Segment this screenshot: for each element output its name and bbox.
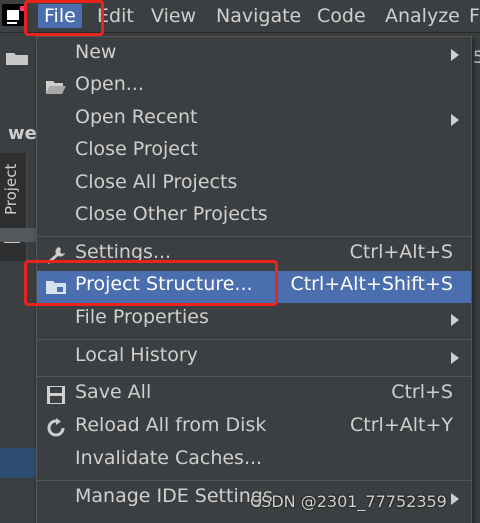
menu-item-open[interactable]: Open... xyxy=(37,71,471,103)
submenu-arrow-icon xyxy=(451,493,459,505)
editor-selection-band xyxy=(0,448,36,478)
project-tab-label: Project xyxy=(2,163,20,215)
open-folder-icon xyxy=(46,81,66,94)
menu-item-close-project[interactable]: Close Project xyxy=(37,136,471,168)
menu-item-label: Close Project xyxy=(75,138,198,160)
menu-item-label: Open Recent xyxy=(75,106,198,128)
menu-item-reload-all[interactable]: Reload All from Disk Ctrl+Alt+Y xyxy=(37,412,471,444)
menu-item-invalidate-caches[interactable]: Invalidate Caches... xyxy=(37,445,471,477)
menu-code[interactable]: Code xyxy=(311,4,372,28)
menu-item-shortcut: Ctrl+Alt+S xyxy=(349,241,453,263)
menu-item-label: Open... xyxy=(75,73,144,95)
reload-icon xyxy=(47,418,65,437)
highlight-box-project-structure xyxy=(24,260,278,306)
menu-item-label: Invalidate Caches... xyxy=(75,447,263,469)
menu-item-close-all-projects[interactable]: Close All Projects xyxy=(37,169,471,201)
editor-gutter xyxy=(0,228,36,242)
highlight-box-file xyxy=(24,0,104,36)
menu-item-label: Save All xyxy=(75,381,152,403)
submenu-arrow-icon xyxy=(451,314,459,326)
menu-separator xyxy=(37,376,471,377)
menu-item-file-properties[interactable]: File Properties xyxy=(37,304,471,336)
folder-icon[interactable] xyxy=(6,51,28,65)
menu-item-shortcut: Ctrl+Alt+Y xyxy=(350,414,453,436)
app-logo-icon xyxy=(2,4,25,26)
menu-item-label: New xyxy=(75,41,117,63)
menu-item-open-recent[interactable]: Open Recent xyxy=(37,104,471,136)
menu-item-label: File Properties xyxy=(75,306,209,328)
menu-item-shortcut: Ctrl+S xyxy=(391,381,453,403)
menu-view[interactable]: View xyxy=(145,4,202,28)
watermark: CSDN @2301_77752359 xyxy=(250,492,447,511)
project-tool-tab[interactable]: Project xyxy=(0,153,27,261)
submenu-arrow-icon xyxy=(451,49,459,61)
submenu-arrow-icon xyxy=(451,114,459,126)
menu-item-shortcut: Ctrl+Alt+Shift+S xyxy=(290,273,453,295)
menu-separator xyxy=(37,339,471,340)
submenu-arrow-icon xyxy=(451,352,459,364)
save-icon xyxy=(47,386,65,404)
menu-item-label: Local History xyxy=(75,344,198,366)
menu-separator xyxy=(37,480,471,481)
menu-overflow[interactable]: F xyxy=(467,4,480,28)
menu-item-local-history[interactable]: Local History xyxy=(37,342,471,374)
menu-analyze[interactable]: Analyze xyxy=(379,4,466,28)
editor-digit: 5 xyxy=(473,48,480,68)
menu-separator xyxy=(37,236,471,237)
menu-item-label: Reload All from Disk xyxy=(75,414,267,436)
menu-item-label: Manage IDE Settings xyxy=(75,485,273,507)
menu-item-label: Close Other Projects xyxy=(75,203,268,225)
menu-item-close-other-projects[interactable]: Close Other Projects xyxy=(37,201,471,233)
menu-item-save-all[interactable]: Save All Ctrl+S xyxy=(37,379,471,411)
menu-item-new[interactable]: New xyxy=(37,39,471,71)
ide-window: File Edit View Navigate Code Analyze F w… xyxy=(0,0,480,523)
menu-item-label: Close All Projects xyxy=(75,171,238,193)
editor-tab-label[interactable]: we xyxy=(8,123,37,144)
menu-navigate[interactable]: Navigate xyxy=(210,4,307,28)
